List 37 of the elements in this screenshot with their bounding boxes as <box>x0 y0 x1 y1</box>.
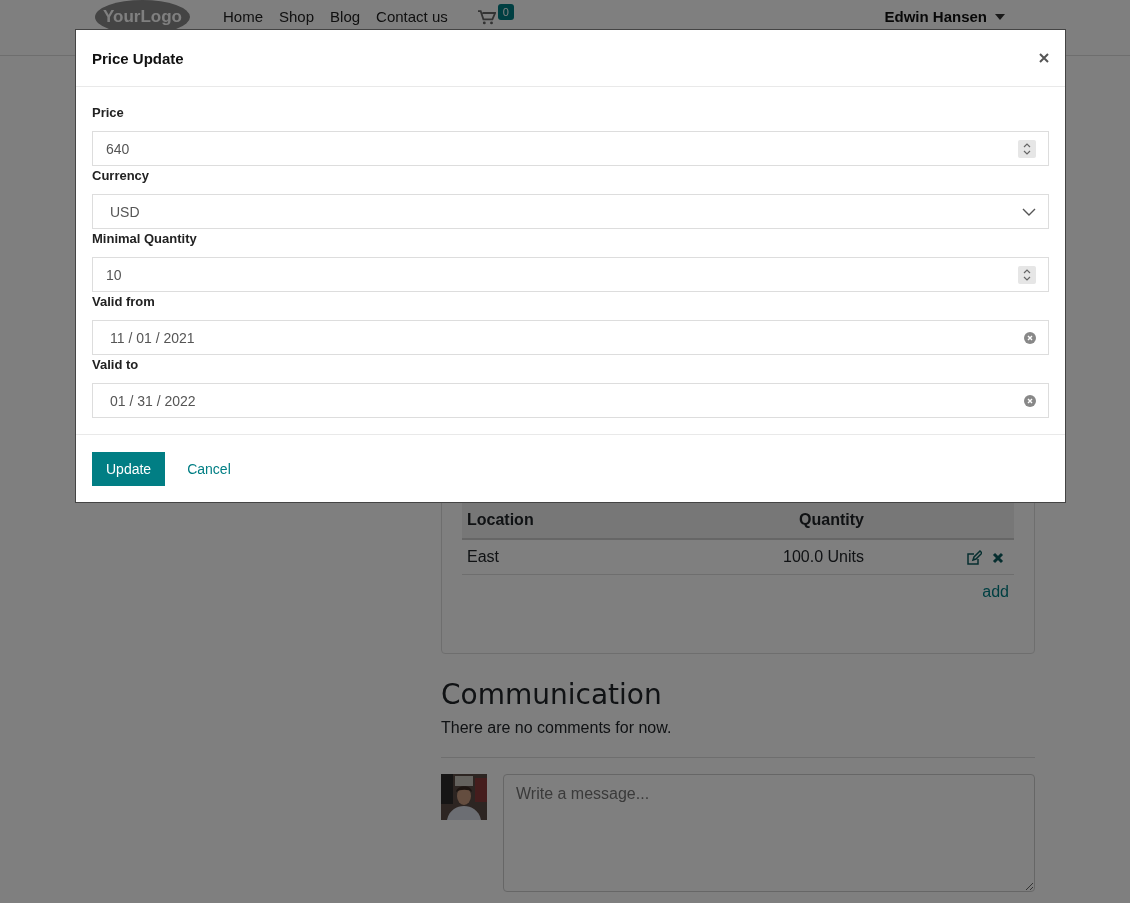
spinner-icon[interactable] <box>1018 265 1036 284</box>
message-field[interactable]: Write a message... <box>503 774 1035 892</box>
date-field[interactable]: 11 / 01 / 2021 <box>92 320 1049 355</box>
section-heading: Communication <box>441 678 663 711</box>
field-label: Price <box>92 104 125 122</box>
clear-icon[interactable] <box>1024 394 1036 407</box>
column-header: Location <box>462 501 649 539</box>
table-cell: 100.0 Units <box>648 539 869 575</box>
delete-icon[interactable] <box>992 551 1004 564</box>
close-icon[interactable] <box>1039 53 1049 63</box>
cart-count-badge: 0 <box>497 4 514 20</box>
table-cell: East <box>462 539 649 575</box>
date-field[interactable]: 01 / 31 / 2022 <box>92 383 1049 418</box>
field-label: Minimal Quantity <box>92 230 198 248</box>
cancel-link[interactable]: Cancel <box>187 461 231 477</box>
field-label: Currency <box>92 167 151 185</box>
clear-icon[interactable] <box>1024 331 1036 344</box>
update-button[interactable]: Update <box>92 452 166 486</box>
edit-icon[interactable] <box>966 549 982 566</box>
field-label: Valid from <box>92 293 156 311</box>
number-field[interactable]: 10 <box>92 257 1049 292</box>
nav-link[interactable]: Blog <box>330 8 361 26</box>
caret-icon <box>995 14 1005 20</box>
nav-link[interactable]: Shop <box>279 8 315 26</box>
user-menu[interactable]: Edwin Hansen <box>884 8 1005 26</box>
cart-icon[interactable] <box>477 10 496 25</box>
empty-message: There are no comments for now. <box>441 719 673 737</box>
chevron-down-icon[interactable] <box>1022 207 1036 216</box>
field-label: Valid to <box>92 356 140 374</box>
number-field[interactable]: 640 <box>92 131 1049 166</box>
column-header: Quantity <box>648 501 869 539</box>
add-link[interactable]: add <box>982 583 1009 600</box>
dialog-title: Price Update <box>92 49 184 67</box>
nav-link[interactable]: Home <box>223 8 263 26</box>
nav-link[interactable]: Contact us <box>376 8 448 26</box>
select-field[interactable]: USD <box>92 194 1049 229</box>
spinner-icon[interactable] <box>1018 139 1036 158</box>
